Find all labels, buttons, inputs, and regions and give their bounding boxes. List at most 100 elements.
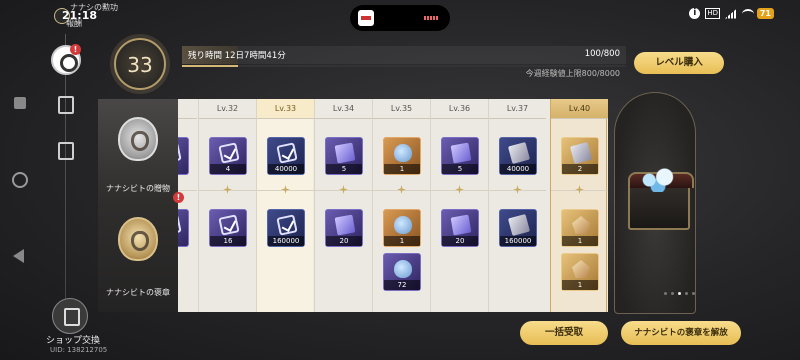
- reward-track-panel: ナナシビトの贈物 ナナシビトの褒章 ! Lv.32 4 16 Lv.33 40000 16…: [98, 99, 608, 312]
- info-icon: i: [689, 8, 701, 19]
- recording-indicator-icon: [424, 16, 438, 20]
- exp-underline-fill: [182, 65, 238, 67]
- reward-item[interactable]: 1: [383, 137, 421, 175]
- reward-column: Lv.34 5 20: [314, 99, 372, 312]
- buy-level-button[interactable]: レベル購入: [634, 52, 724, 74]
- carousel-dot[interactable]: [692, 292, 695, 295]
- uid-label: UID: 138212705: [50, 346, 108, 354]
- sparkle-icon: [455, 185, 464, 194]
- check-icon: [218, 214, 240, 236]
- hd-icon: HD: [705, 8, 720, 19]
- reward-item[interactable]: 20: [325, 209, 363, 247]
- sparkle-icon: [513, 185, 522, 194]
- exp-underline: [182, 65, 626, 67]
- claim-all-button[interactable]: 一括受取: [520, 321, 608, 345]
- card-icon: [334, 142, 356, 164]
- reward-item[interactable]: 4: [209, 137, 247, 175]
- column-level-label: Lv.32: [199, 99, 256, 119]
- exp-progress-text: 100/800: [584, 49, 620, 59]
- check-icon: [276, 142, 298, 164]
- current-level: 33: [127, 53, 153, 77]
- signal-icon: [725, 8, 737, 19]
- reward-column: Lv.37 40000 160000: [488, 99, 546, 312]
- reward-item[interactable]: 16: [209, 209, 247, 247]
- reward-count: 16: [210, 236, 246, 246]
- weekly-exp-cap: 今週経験値上限800/8000: [525, 69, 620, 78]
- reward-count: 40000: [268, 164, 304, 174]
- shop-exchange-button[interactable]: [52, 298, 88, 334]
- column-level-label: Lv.35: [373, 99, 430, 119]
- reward-count: 1: [562, 236, 598, 246]
- check-icon: [276, 214, 298, 236]
- reward-item[interactable]: 72: [383, 253, 421, 291]
- reward-item[interactable]: 5: [325, 137, 363, 175]
- carousel-dot[interactable]: [685, 292, 688, 295]
- column-level-label: Lv.37: [489, 99, 546, 119]
- column-level-label: Lv.34: [315, 99, 372, 119]
- reward-column: Lv.35 1 1 72: [372, 99, 430, 312]
- check-icon: [218, 142, 240, 164]
- column-level-label: Lv.33: [257, 99, 314, 119]
- card-icon: [450, 142, 472, 164]
- wifi-icon: [742, 8, 754, 19]
- sparkle-icon: [281, 185, 290, 194]
- reward-column: Lv.33 40000 160000: [256, 99, 314, 312]
- sidebar-tab-records[interactable]: [58, 142, 74, 160]
- crystal-pile-icon: [636, 162, 680, 192]
- reward-count: 20: [326, 236, 362, 246]
- status-icons: i HD: [689, 8, 754, 19]
- reward-count: 160000: [500, 236, 536, 246]
- flask-icon: [394, 216, 412, 234]
- current-level-badge: 33: [114, 38, 166, 90]
- back-button[interactable]: [13, 249, 24, 263]
- reward-item[interactable]: 40000: [499, 137, 537, 175]
- reward-item[interactable]: 1: [383, 209, 421, 247]
- reward-count: 20: [442, 236, 478, 246]
- reward-item[interactable]: 160000: [499, 209, 537, 247]
- reward-count: 5: [442, 164, 478, 174]
- column-level-label: Lv.36: [431, 99, 488, 119]
- sparkle-icon: [339, 185, 348, 194]
- flask-icon: [394, 144, 412, 162]
- column-level-label: Lv.40: [551, 99, 608, 119]
- dynamic-island: [350, 5, 450, 31]
- silver-icon: [507, 213, 531, 237]
- carousel-dot[interactable]: [678, 292, 681, 295]
- reward-count: 40000: [500, 164, 536, 174]
- sparkle-icon: [223, 185, 232, 194]
- card-icon: [334, 214, 356, 236]
- flask-icon: [394, 260, 412, 278]
- reward-item[interactable]: 160000: [267, 209, 305, 247]
- reward-item[interactable]: 5: [441, 137, 479, 175]
- reward-count: 2: [562, 164, 598, 174]
- silver-icon: [507, 141, 531, 165]
- reward-item[interactable]: 20: [441, 209, 479, 247]
- reward-column: Lv.32 4 16: [198, 99, 256, 312]
- reward-count: 72: [384, 280, 420, 290]
- reward-count: 4: [210, 164, 246, 174]
- recording-app-icon: [358, 10, 374, 26]
- reward-item[interactable]: 1: [561, 209, 599, 247]
- carousel-dot[interactable]: [664, 292, 667, 295]
- honor-emblem-icon: [118, 217, 158, 261]
- gem-icon: [572, 260, 590, 278]
- screen-subtitle-2: 報酬: [66, 19, 82, 28]
- gem-icon: [572, 216, 590, 234]
- row-label-gift: ナナシビトの贈物: [106, 184, 170, 193]
- reward-item[interactable]: 2: [561, 137, 599, 175]
- sidebar-tab-missions[interactable]: [58, 96, 74, 114]
- carousel-dot[interactable]: [671, 292, 674, 295]
- recent-apps-button[interactable]: [14, 97, 26, 109]
- home-button[interactable]: [12, 172, 28, 188]
- reward-item[interactable]: 1: [561, 253, 599, 291]
- gift-emblem-icon: [118, 117, 158, 161]
- reward-item[interactable]: 40000: [267, 137, 305, 175]
- reward-count: 5: [326, 164, 362, 174]
- carousel-dots: [664, 292, 695, 295]
- unlock-honor-button[interactable]: ナナシビトの褒章を解放: [621, 321, 741, 345]
- row-header-gift: ナナシビトの贈物: [98, 99, 178, 199]
- sparkle-icon: [397, 185, 406, 194]
- reward-count: 1: [384, 164, 420, 174]
- row-label-honor: ナナシビトの褒章: [106, 288, 170, 297]
- reward-column: Lv.36 5 20: [430, 99, 488, 312]
